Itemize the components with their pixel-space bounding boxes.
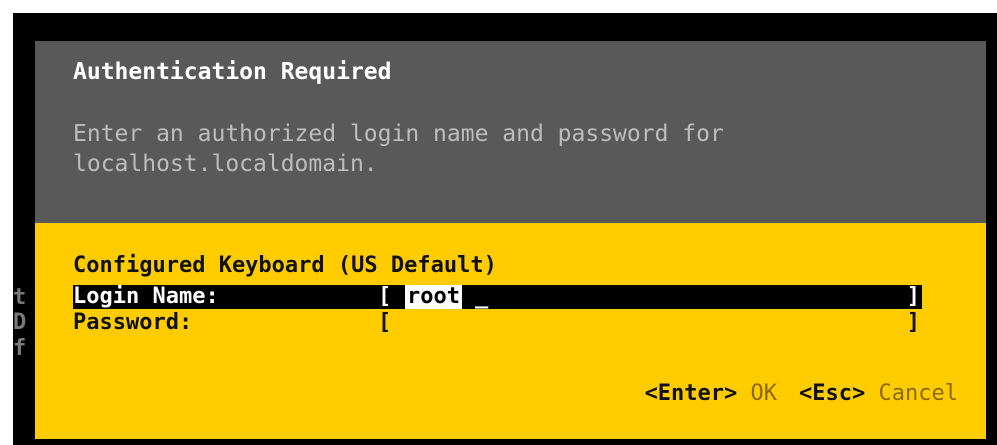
text-cursor: _ xyxy=(475,284,489,309)
enter-key-label: <Enter> xyxy=(644,381,738,406)
ok-action[interactable]: <Enter> OK xyxy=(645,381,777,406)
background-char-2: D xyxy=(13,310,27,335)
login-name-field[interactable]: Login Name: [ root _ ] xyxy=(73,285,922,309)
cancel-label: Cancel xyxy=(878,381,958,406)
dialog-header: Authentication Required Enter an authori… xyxy=(35,41,986,223)
background-char-1: t xyxy=(13,285,27,310)
password-bracket-open: [ xyxy=(378,310,392,335)
dialog-title: Authentication Required xyxy=(73,59,392,85)
login-name-input[interactable]: root xyxy=(405,285,462,309)
login-name-label: Login Name: xyxy=(73,284,219,309)
password-bracket-close: ] xyxy=(906,310,920,335)
ok-label: OK xyxy=(750,381,778,406)
cancel-action[interactable]: <Esc> Cancel xyxy=(799,381,958,406)
login-bracket-open: [ xyxy=(378,284,392,309)
dialog-message: Enter an authorized login name and passw… xyxy=(73,121,724,177)
password-field[interactable]: Password: [ ] xyxy=(73,311,922,335)
console-screen: t D f Authentication Required Enter an a… xyxy=(13,13,997,445)
esc-key-label: <Esc> xyxy=(799,381,866,406)
password-label: Password: xyxy=(73,310,193,335)
authentication-dialog: Authentication Required Enter an authori… xyxy=(35,41,986,439)
login-bracket-close: ] xyxy=(906,284,920,309)
background-char-3: f xyxy=(13,336,27,361)
dialog-actions: <Enter> OK <Esc> Cancel xyxy=(645,381,958,406)
keyboard-layout-label: Configured Keyboard (US Default) xyxy=(73,253,497,278)
